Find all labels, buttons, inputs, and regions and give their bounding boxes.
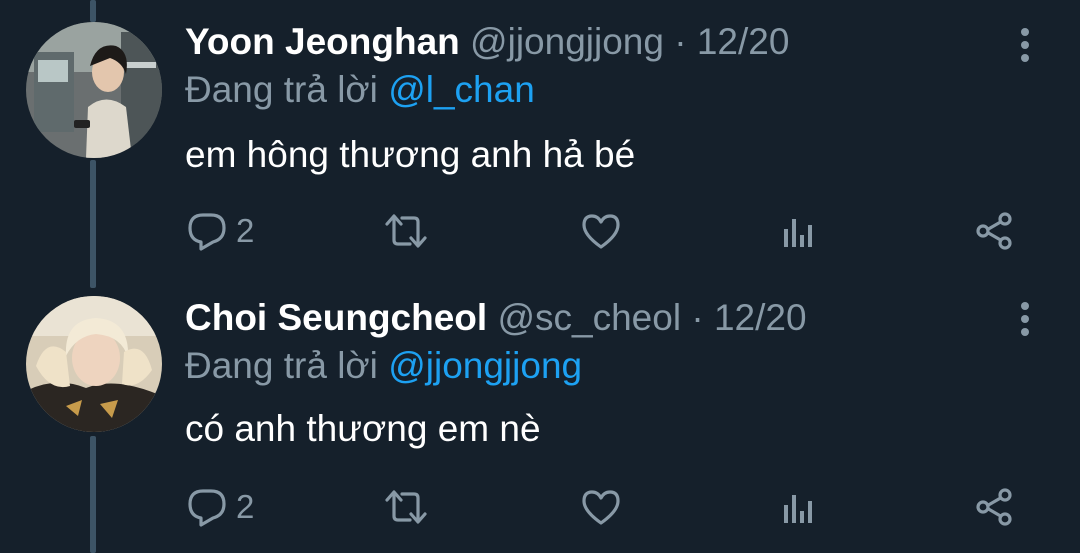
share-button[interactable] — [974, 209, 1016, 253]
tweet-actions: 2 — [0, 485, 1080, 529]
tweet-date[interactable]: 12/20 — [714, 297, 807, 338]
retweet-button[interactable] — [383, 209, 429, 253]
tweet-header: Choi Seungcheol @sc_cheol · 12/20 — [185, 296, 807, 340]
analytics-icon — [784, 219, 812, 247]
reply-button[interactable]: 2 — [186, 209, 254, 253]
tweet-text: có anh thương em nè — [185, 408, 541, 449]
replying-to: Đang trả lời @l_chan — [185, 68, 535, 112]
reply-count: 2 — [236, 212, 255, 249]
display-name[interactable]: Choi Seungcheol — [185, 297, 487, 338]
tweet-date[interactable]: 12/20 — [697, 21, 790, 62]
analytics-button[interactable] — [778, 485, 818, 529]
avatar-photo-icon — [26, 296, 162, 432]
user-handle[interactable]: @sc_cheol — [497, 297, 681, 338]
separator-dot: · — [691, 297, 704, 338]
tweet-text: em hông thương anh hả bé — [185, 134, 636, 175]
replying-to-mention[interactable]: @l_chan — [388, 69, 535, 110]
share-button[interactable] — [974, 485, 1016, 529]
replying-to-label: Đang trả lời — [185, 69, 378, 110]
user-handle[interactable]: @jjongjjong — [470, 21, 664, 62]
reply-icon — [188, 489, 226, 527]
thread-view: Yoon Jeonghan @jjongjjong · 12/20 Đang t… — [0, 0, 1080, 553]
reply-button[interactable]: 2 — [186, 485, 254, 529]
like-button[interactable] — [580, 209, 622, 253]
replying-to-mention[interactable]: @jjongjjong — [388, 345, 582, 386]
avatar-photo-icon — [26, 22, 162, 158]
separator-dot: · — [674, 21, 687, 62]
more-button[interactable] — [1010, 25, 1040, 65]
more-vertical-icon — [1021, 302, 1029, 336]
tweet-actions: 2 — [0, 209, 1080, 253]
retweet-icon — [385, 490, 427, 524]
share-icon — [976, 212, 1012, 250]
tweet[interactable]: Choi Seungcheol @sc_cheol · 12/20 Đang t… — [0, 276, 1080, 553]
analytics-button[interactable] — [778, 209, 818, 253]
share-icon — [976, 488, 1012, 526]
avatar[interactable] — [26, 296, 162, 432]
replying-to: Đang trả lời @jjongjjong — [185, 344, 582, 388]
like-button[interactable] — [580, 485, 622, 529]
analytics-icon — [784, 495, 812, 523]
heart-icon — [582, 214, 620, 249]
reply-icon — [188, 213, 226, 251]
retweet-icon — [385, 214, 427, 248]
tweet-header: Yoon Jeonghan @jjongjjong · 12/20 — [185, 20, 789, 64]
heart-icon — [582, 490, 620, 525]
tweet[interactable]: Yoon Jeonghan @jjongjjong · 12/20 Đang t… — [0, 0, 1080, 276]
replying-to-label: Đang trả lời — [185, 345, 378, 386]
more-button[interactable] — [1010, 299, 1040, 339]
more-vertical-icon — [1021, 28, 1029, 62]
retweet-button[interactable] — [383, 485, 429, 529]
reply-count: 2 — [236, 488, 255, 525]
display-name[interactable]: Yoon Jeonghan — [185, 21, 460, 62]
avatar[interactable] — [26, 22, 162, 158]
